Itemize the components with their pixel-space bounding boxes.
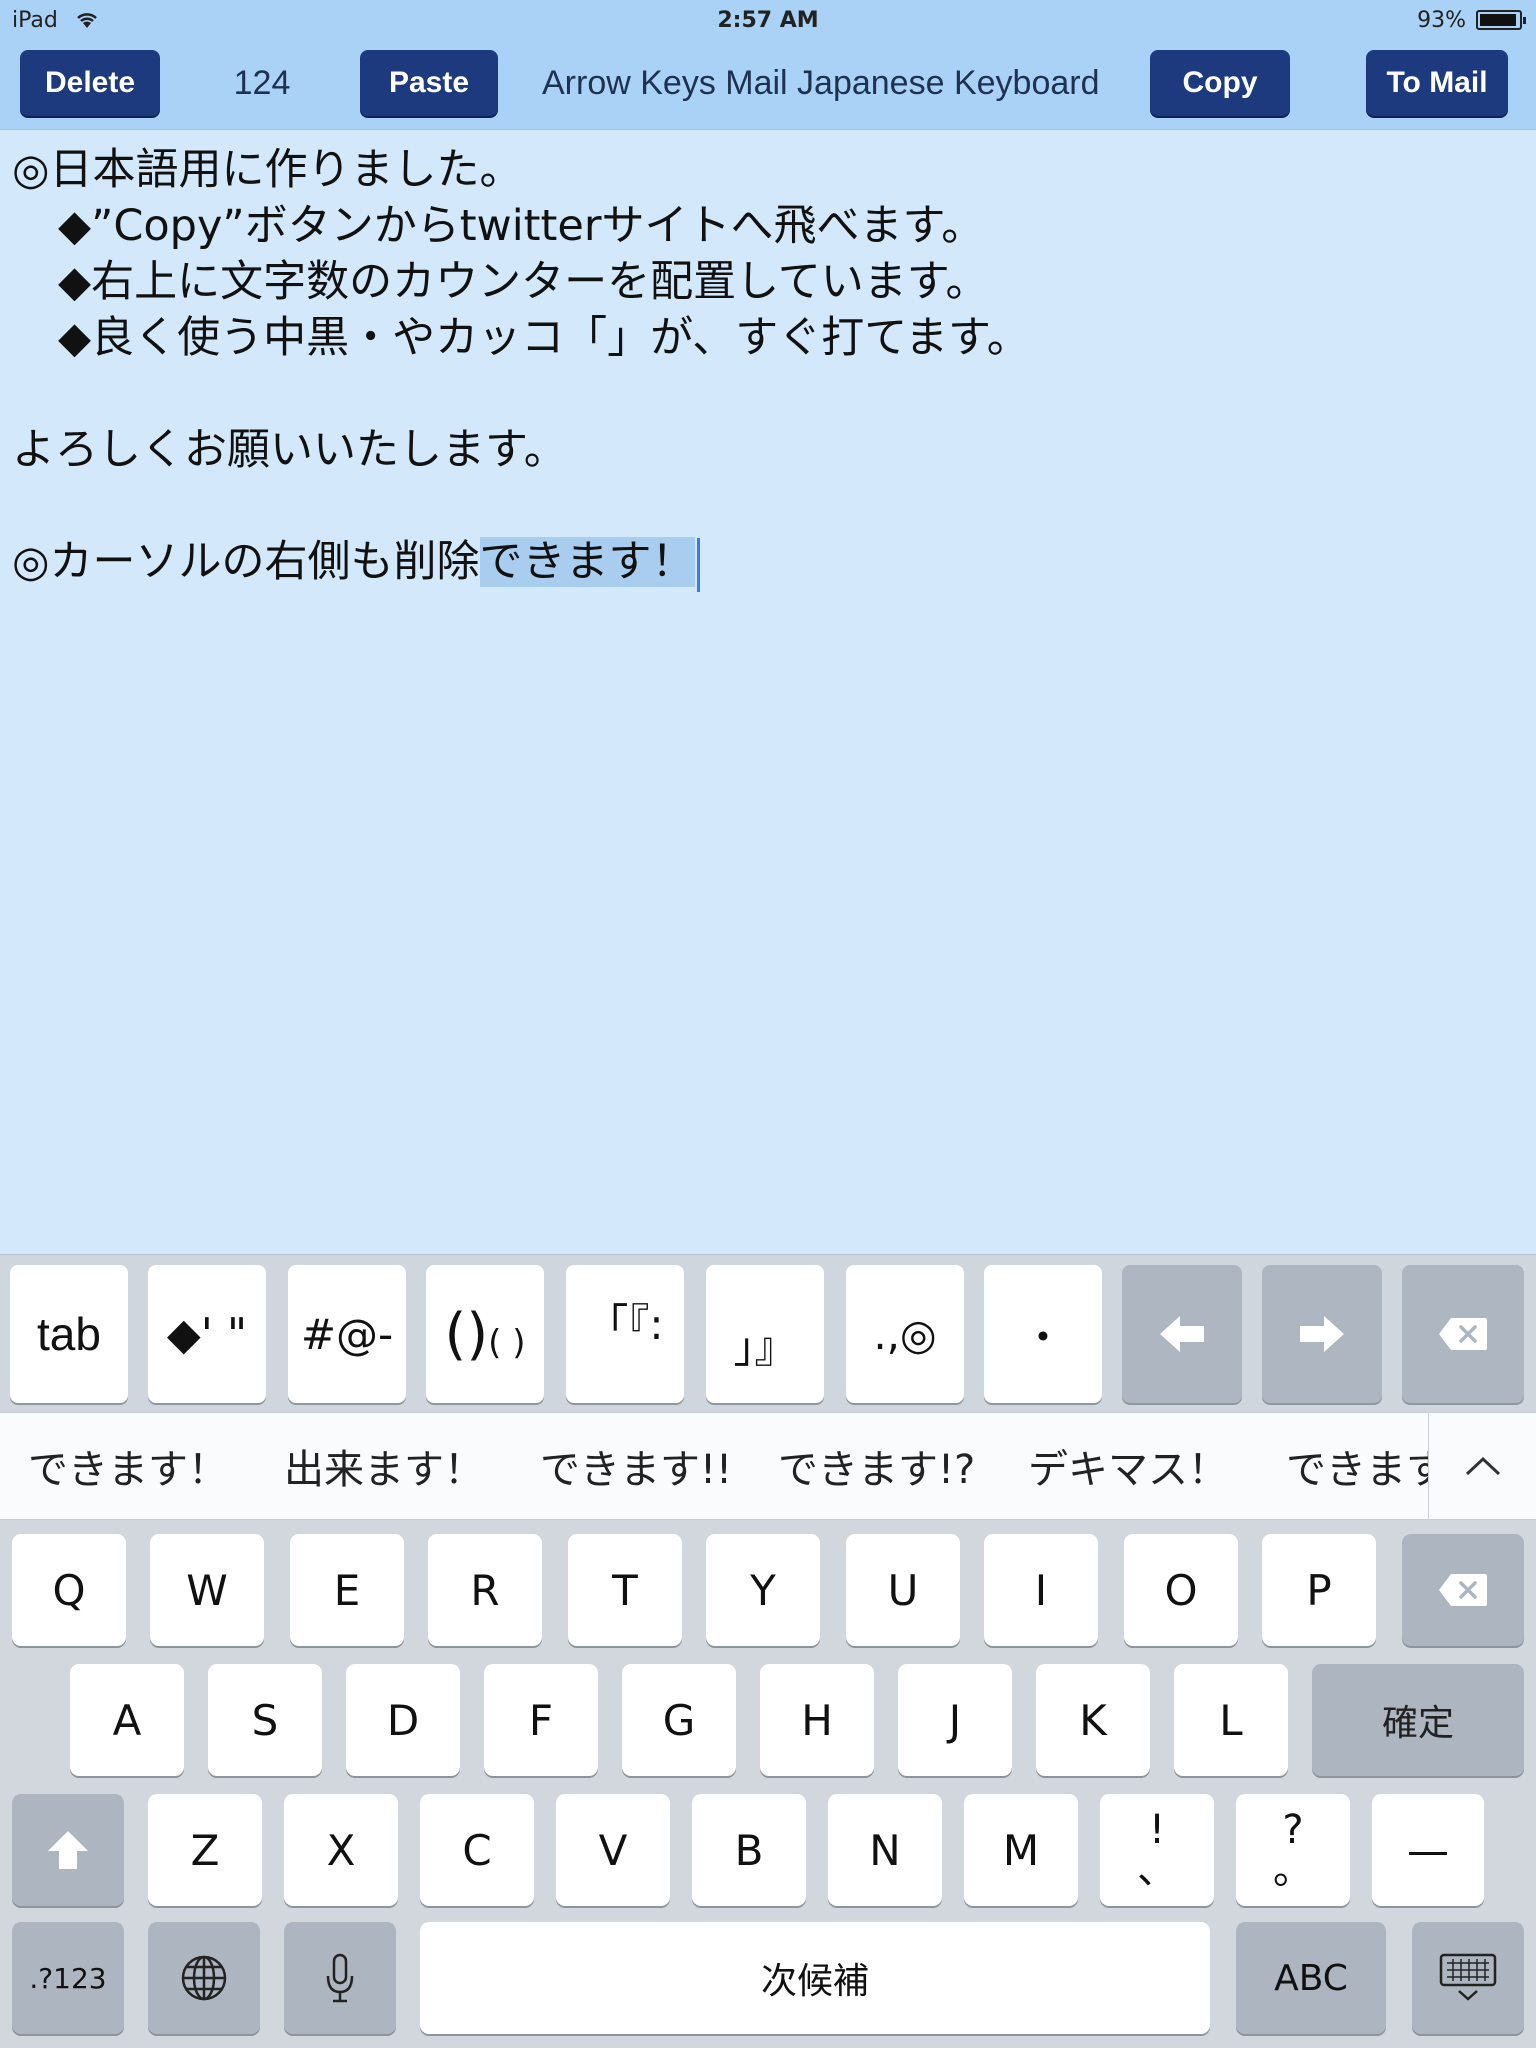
key-w[interactable]: W xyxy=(150,1534,264,1646)
key-v[interactable]: V xyxy=(556,1794,670,1906)
key-t[interactable]: T xyxy=(568,1534,682,1646)
key-top-char: ! xyxy=(1148,1807,1166,1853)
key-f[interactable]: F xyxy=(484,1664,598,1776)
delete-button[interactable]: Delete xyxy=(20,50,160,116)
keyboard-dismiss-icon xyxy=(1439,1953,1497,2001)
punctuation-key[interactable]: .,◎ xyxy=(846,1265,964,1403)
key-r[interactable]: R xyxy=(428,1534,542,1646)
dash-key[interactable]: — xyxy=(1372,1794,1484,1906)
key-top-char: ? xyxy=(1282,1807,1304,1853)
key-n[interactable]: N xyxy=(828,1794,942,1906)
cursor-right-key[interactable] xyxy=(1262,1265,1382,1403)
next-candidate-key[interactable]: 次候補 xyxy=(420,1922,1210,2034)
key-s[interactable]: S xyxy=(208,1664,322,1776)
key-m[interactable]: M xyxy=(964,1794,1078,1906)
symbols-key[interactable]: #@- xyxy=(288,1265,406,1403)
text-line: ◆右上に文字数のカウンターを配置しています。 xyxy=(58,257,989,307)
dictation-key[interactable] xyxy=(284,1922,396,2034)
candidate-item[interactable]: できます!? xyxy=(778,1413,975,1519)
globe-icon xyxy=(181,1955,227,2001)
candidate-item[interactable]: できます!! xyxy=(540,1413,732,1519)
candidate-item[interactable]: デキマス！ xyxy=(1028,1413,1228,1519)
left-arrow-icon xyxy=(1160,1316,1204,1352)
diamond-quotes-key[interactable]: ◆' " xyxy=(148,1265,266,1403)
keyboard: Q W E R T Y U I O P A S D F G H J K L 確定… xyxy=(0,1520,1536,2048)
key-p[interactable]: P xyxy=(1262,1534,1376,1646)
candidate-item[interactable]: できます xyxy=(1286,1413,1446,1519)
key-b[interactable]: B xyxy=(692,1794,806,1906)
top-bar: iPad 2:57 AM 93% Delete 124 Paste Arrow … xyxy=(0,0,1536,130)
right-arrow-icon xyxy=(1300,1316,1344,1352)
key-i[interactable]: I xyxy=(984,1534,1098,1646)
key-o[interactable]: O xyxy=(1124,1534,1238,1646)
mic-icon xyxy=(326,1953,354,2003)
cursor-left-key[interactable] xyxy=(1122,1265,1242,1403)
parentheses-key[interactable]: ()( ) xyxy=(426,1265,544,1403)
parentheses-small: ( ) xyxy=(488,1323,526,1363)
status-bar: iPad 2:57 AM 93% xyxy=(0,0,1536,40)
chevron-up-icon xyxy=(1465,1456,1500,1476)
parentheses-large: () xyxy=(444,1301,489,1367)
expand-candidates-button[interactable] xyxy=(1428,1413,1536,1519)
abc-key[interactable]: ABC xyxy=(1236,1922,1386,2034)
key-g[interactable]: G xyxy=(622,1664,736,1776)
key-u[interactable]: U xyxy=(846,1534,960,1646)
backspace-icon xyxy=(1439,1318,1487,1350)
tab-key[interactable]: tab xyxy=(10,1265,128,1403)
key-a[interactable]: A xyxy=(70,1664,184,1776)
globe-key[interactable] xyxy=(148,1922,260,2034)
backspace-key[interactable] xyxy=(1402,1534,1524,1646)
key-j[interactable]: J xyxy=(898,1664,1012,1776)
text-editor[interactable]: ◎日本語用に作りました。 ◆”Copy”ボタンからtwitterサイトへ飛べます… xyxy=(12,142,1522,592)
backspace-icon xyxy=(1439,1574,1487,1606)
open-brackets-key[interactable]: 「『: xyxy=(566,1265,684,1403)
confirm-key[interactable]: 確定 xyxy=(1312,1664,1524,1776)
text-line: よろしくお願いいたします。 xyxy=(12,425,567,475)
key-y[interactable]: Y xyxy=(706,1534,820,1646)
dismiss-keyboard-key[interactable] xyxy=(1412,1922,1524,2034)
key-x[interactable]: X xyxy=(284,1794,398,1906)
numbers-key[interactable]: .?123 xyxy=(12,1922,124,2034)
text-segment: ◎カーソルの右側も削除 xyxy=(12,537,480,587)
battery-icon xyxy=(1476,10,1526,30)
selected-text: できます！ xyxy=(479,537,695,587)
text-line-with-selection: ◎カーソルの右側も削除できます！ xyxy=(12,534,1522,592)
candidate-item[interactable]: 出来ます！ xyxy=(284,1413,484,1519)
key-bottom-char: 、 xyxy=(1137,1847,1177,1893)
to-mail-button[interactable]: To Mail xyxy=(1366,50,1508,116)
copy-button[interactable]: Copy xyxy=(1150,50,1290,116)
candidate-bar: できます！ 出来ます！ できます!! できます!? デキマス！ できます xyxy=(0,1412,1536,1520)
key-q[interactable]: Q xyxy=(12,1534,126,1646)
key-z[interactable]: Z xyxy=(148,1794,262,1906)
question-period-key[interactable]: ? 。 xyxy=(1236,1794,1350,1906)
key-d[interactable]: D xyxy=(346,1664,460,1776)
key-k[interactable]: K xyxy=(1036,1664,1150,1776)
text-caret xyxy=(696,537,700,592)
text-line: ◆”Copy”ボタンからtwitterサイトへ飛べます。 xyxy=(58,201,985,251)
app-title: Arrow Keys Mail Japanese Keyboard xyxy=(542,63,1100,102)
exclamation-comma-key[interactable]: ! 、 xyxy=(1100,1794,1214,1906)
middle-dot-key[interactable]: ・ xyxy=(984,1265,1102,1403)
close-brackets-key[interactable]: 」』 xyxy=(706,1265,824,1403)
key-h[interactable]: H xyxy=(760,1664,874,1776)
key-c[interactable]: C xyxy=(420,1794,534,1906)
candidate-item[interactable]: できます！ xyxy=(28,1413,228,1519)
key-e[interactable]: E xyxy=(290,1534,404,1646)
text-line: ◆良く使う中黒・やカッコ「」が、すぐ打てます。 xyxy=(58,313,1030,363)
status-time: 2:57 AM xyxy=(717,8,819,33)
char-counter: 124 xyxy=(233,63,291,102)
battery-percent: 93% xyxy=(1417,8,1466,33)
key-l[interactable]: L xyxy=(1174,1664,1288,1776)
key-bottom-char: 。 xyxy=(1273,1847,1313,1893)
forward-delete-key[interactable] xyxy=(1402,1265,1524,1403)
shift-icon xyxy=(48,1831,88,1869)
shift-key[interactable] xyxy=(12,1794,124,1906)
text-line: ◎日本語用に作りました。 xyxy=(12,145,523,195)
custom-key-row: tab ◆' " #@- ()( ) 「『: 」』 .,◎ ・ xyxy=(0,1254,1536,1412)
paste-button[interactable]: Paste xyxy=(360,50,498,116)
